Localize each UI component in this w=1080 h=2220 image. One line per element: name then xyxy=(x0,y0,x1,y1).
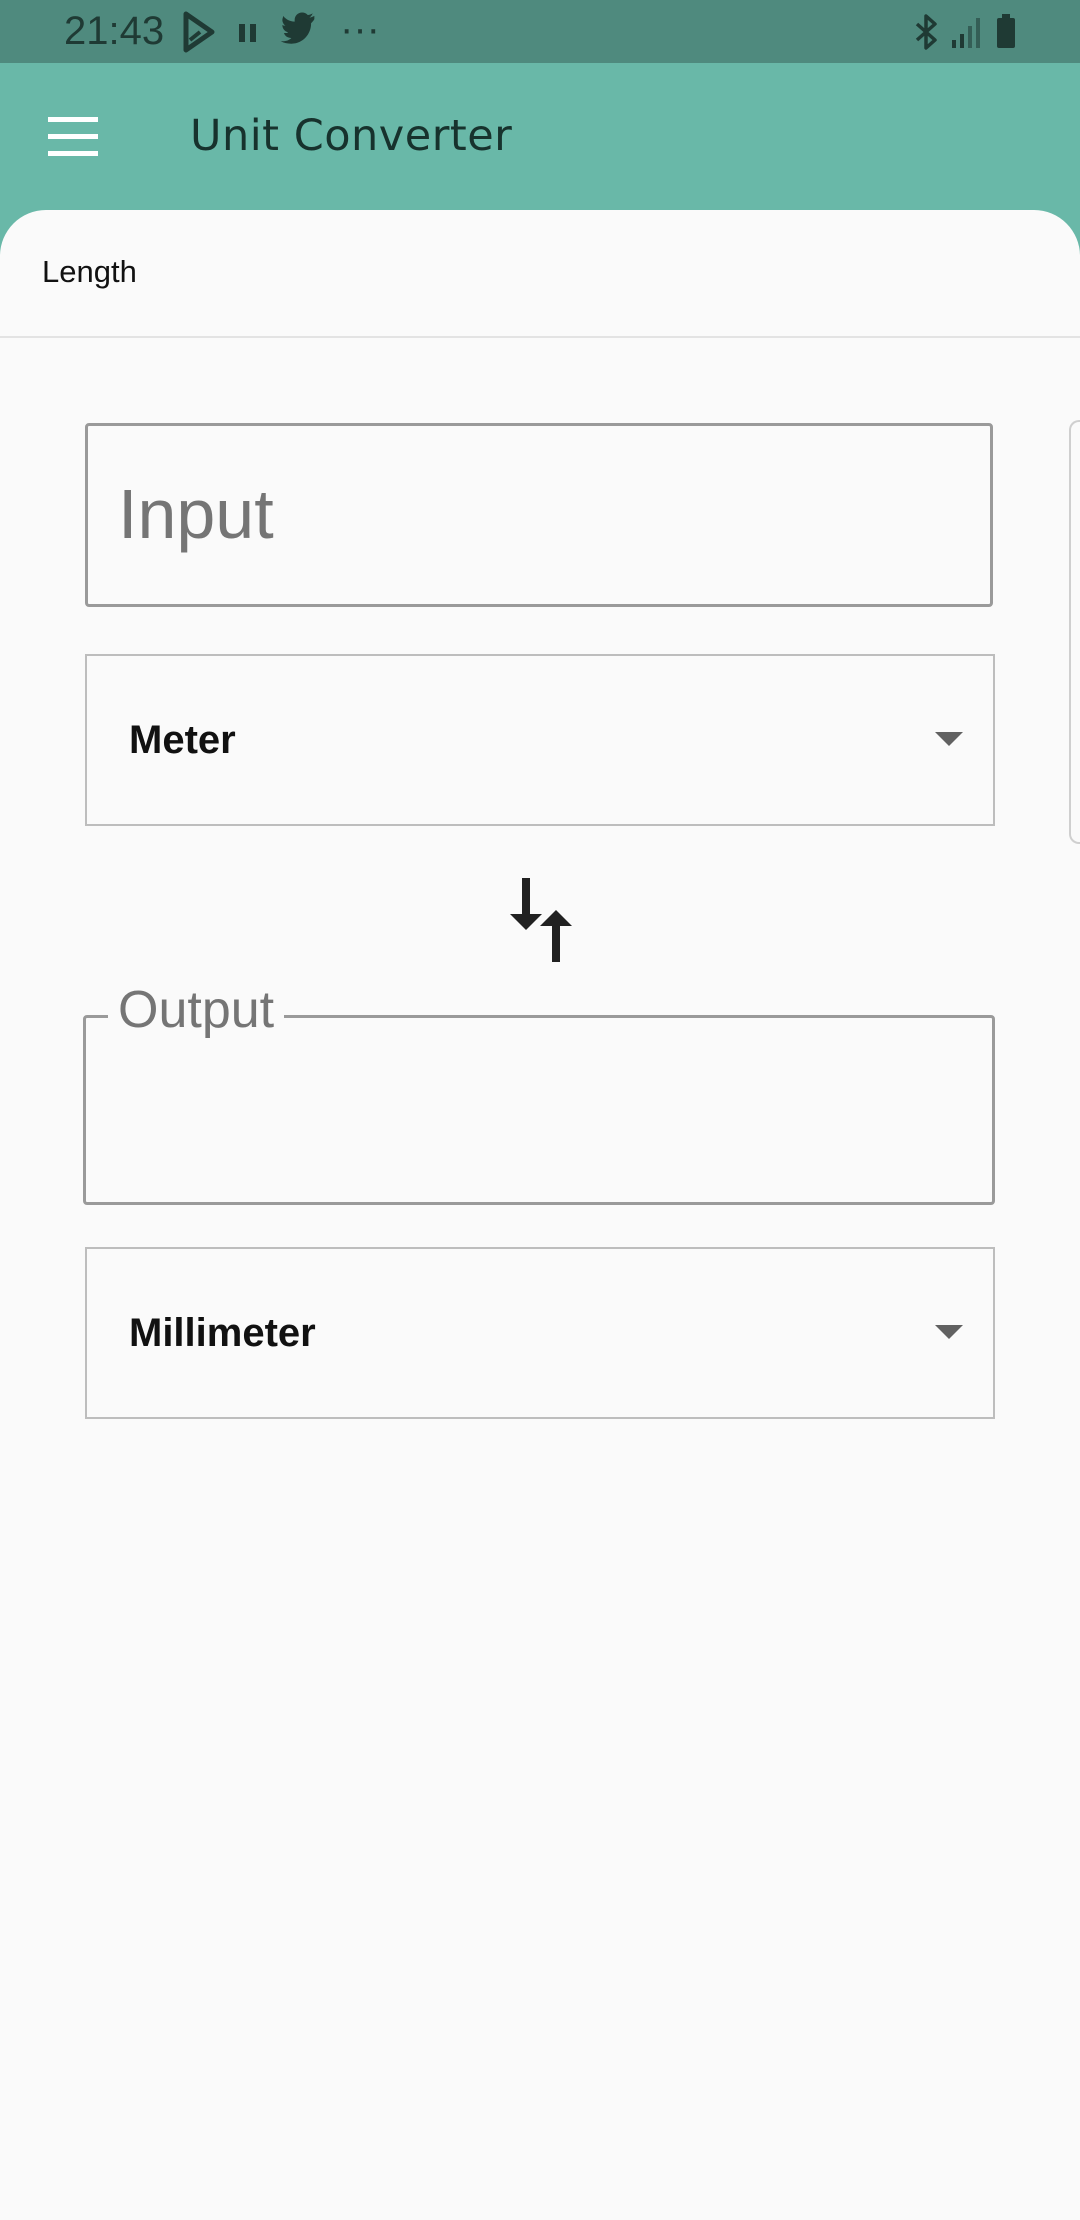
to-unit-select[interactable]: Millimeter xyxy=(85,1247,995,1419)
bluetooth-icon xyxy=(915,14,937,50)
input-field[interactable]: Input xyxy=(85,423,993,607)
signal-icon xyxy=(952,18,980,48)
swap-vertical-icon[interactable] xyxy=(508,874,574,966)
from-unit-select[interactable]: Meter xyxy=(85,654,995,826)
chevron-down-icon xyxy=(935,1325,963,1339)
to-unit-value: Millimeter xyxy=(129,1311,316,1355)
pause-icon xyxy=(239,24,256,42)
battery-icon xyxy=(997,14,1015,48)
tab-length[interactable]: Length xyxy=(42,250,137,294)
status-bar: 21:43 ··· xyxy=(0,0,1080,63)
content-sheet: Length Input Meter Output Millimeter xyxy=(0,210,1080,2220)
from-unit-value: Meter xyxy=(129,718,236,762)
play-store-icon xyxy=(183,11,215,53)
app-bar: Unit Converter xyxy=(0,63,1080,233)
app-title: Unit Converter xyxy=(190,111,513,161)
output-label: Output xyxy=(108,974,285,1046)
twitter-icon xyxy=(280,12,315,44)
output-field[interactable]: Output xyxy=(83,974,995,1205)
more-icon: ··· xyxy=(340,7,380,51)
chevron-down-icon xyxy=(935,732,963,746)
tab-divider xyxy=(0,336,1080,338)
input-placeholder: Input xyxy=(118,475,274,553)
menu-icon[interactable] xyxy=(48,117,98,157)
status-time: 21:43 xyxy=(64,9,165,53)
side-panel-edge xyxy=(1069,420,1080,844)
